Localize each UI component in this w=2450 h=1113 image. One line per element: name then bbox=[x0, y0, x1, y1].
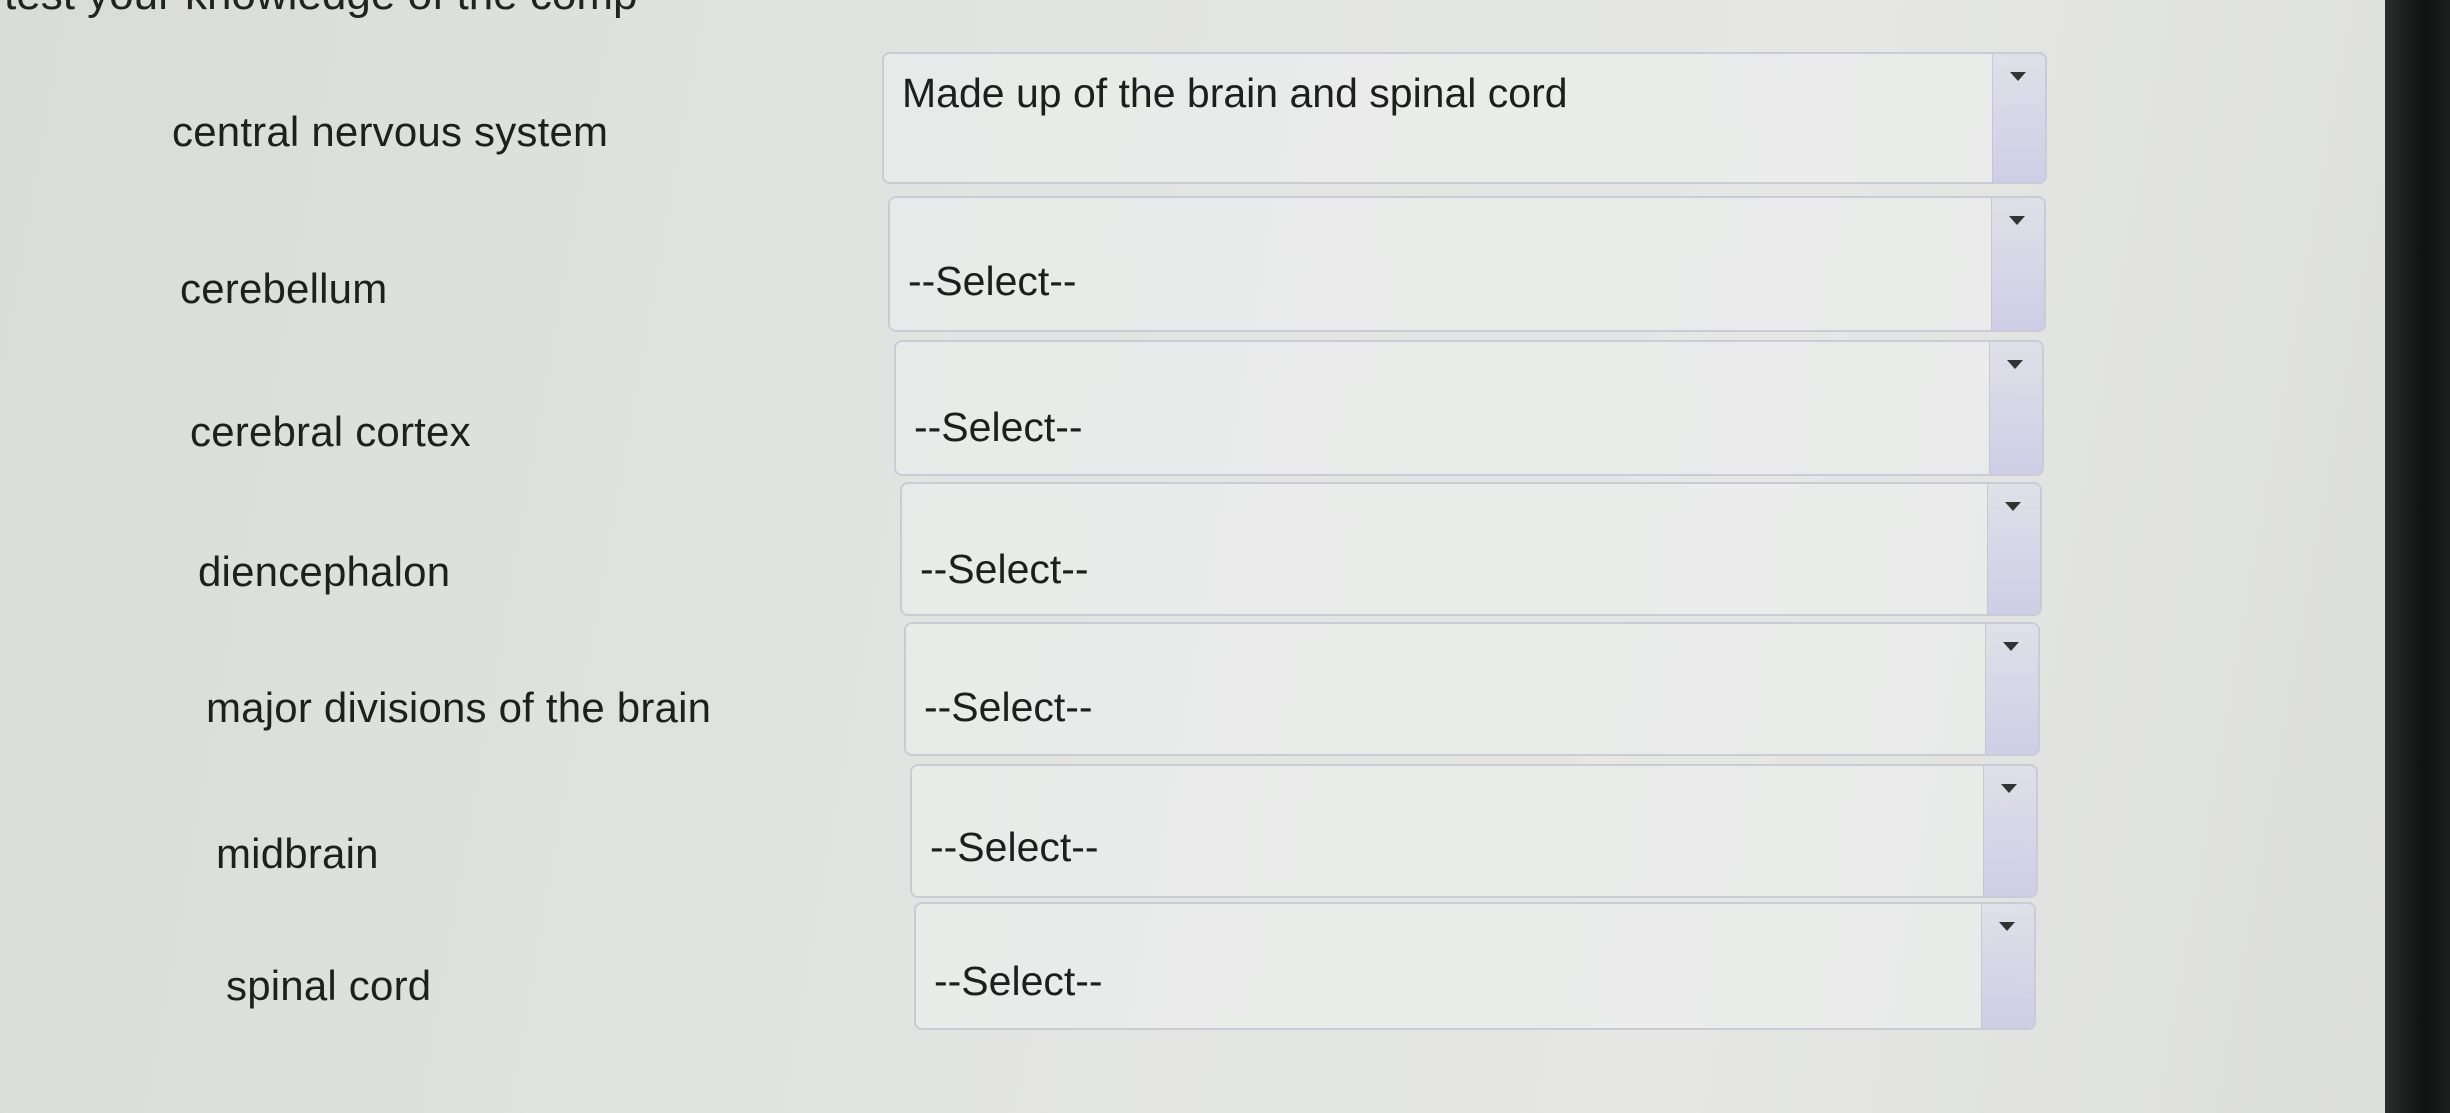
chevron-down-icon[interactable] bbox=[1991, 198, 2044, 330]
chevron-down-icon[interactable] bbox=[1989, 342, 2042, 474]
select-value: --Select-- bbox=[908, 258, 1077, 304]
term-label: diencephalon bbox=[198, 548, 451, 595]
match-select-spinal-cord[interactable]: --Select-- bbox=[914, 902, 2036, 1030]
match-select-central-nervous-system[interactable]: Made up of the brain and spinal cord bbox=[882, 52, 2047, 184]
match-select-midbrain[interactable]: --Select-- bbox=[910, 764, 2038, 898]
match-select-cerebellum[interactable]: --Select-- bbox=[888, 196, 2046, 332]
term-label: cerebral cortex bbox=[190, 408, 471, 455]
term-label: central nervous system bbox=[172, 108, 609, 155]
chevron-down-icon[interactable] bbox=[1987, 484, 2040, 614]
term-label: midbrain bbox=[216, 830, 379, 877]
select-value: --Select-- bbox=[924, 684, 1093, 730]
select-value: --Select-- bbox=[914, 404, 1083, 450]
term-label: major divisions of the brain bbox=[206, 684, 712, 731]
select-value: --Select-- bbox=[930, 824, 1099, 870]
screen: test your knowledge of the comp central … bbox=[0, 0, 2385, 1113]
term-label: cerebellum bbox=[180, 265, 388, 312]
monitor-bezel bbox=[2385, 0, 2450, 1113]
chevron-down-icon[interactable] bbox=[1985, 624, 2038, 754]
match-select-diencephalon[interactable]: --Select-- bbox=[900, 482, 2042, 616]
select-value: --Select-- bbox=[920, 546, 1089, 592]
chevron-down-icon[interactable] bbox=[1981, 904, 2034, 1028]
term-label: spinal cord bbox=[226, 962, 432, 1009]
page-instructions-partial: test your knowledge of the comp bbox=[4, 0, 637, 20]
select-value: --Select-- bbox=[934, 958, 1103, 1004]
chevron-down-icon[interactable] bbox=[1992, 54, 2045, 182]
match-select-major-divisions-of-the-brain[interactable]: --Select-- bbox=[904, 622, 2040, 756]
select-value: Made up of the brain and spinal cord bbox=[902, 70, 1568, 116]
chevron-down-icon[interactable] bbox=[1983, 766, 2036, 896]
match-select-cerebral-cortex[interactable]: --Select-- bbox=[894, 340, 2044, 476]
